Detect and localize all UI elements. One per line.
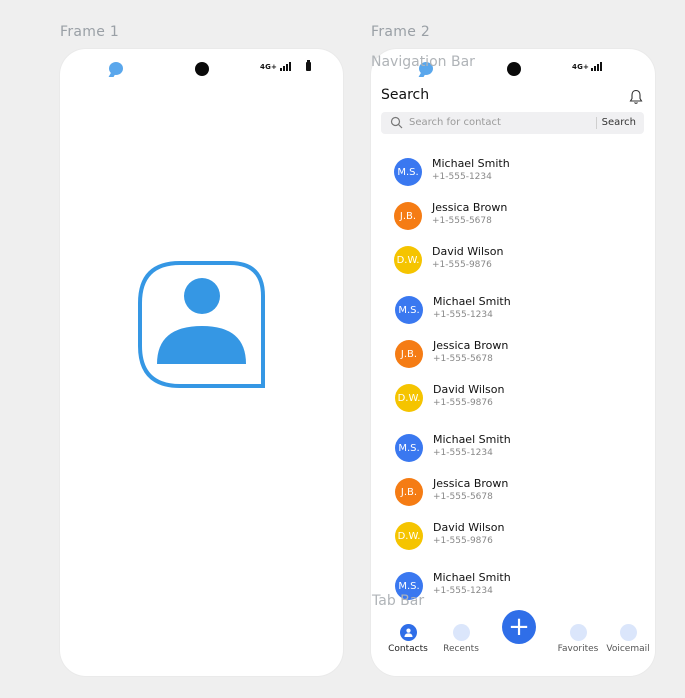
contact-phone: +1-555-1234 — [433, 310, 493, 320]
clock-icon — [452, 624, 470, 641]
search-bar[interactable]: Search for contact Search — [381, 112, 644, 134]
search-button[interactable]: Search — [602, 117, 636, 128]
contact-name: Michael Smith — [433, 433, 511, 446]
contact-avatar: M.S. — [394, 158, 422, 186]
search-input[interactable]: Search for contact — [409, 117, 501, 128]
front-camera — [507, 62, 521, 76]
contact-name: David Wilson — [433, 521, 505, 534]
star-icon — [569, 624, 587, 641]
contact-avatar: J.B. — [395, 340, 423, 368]
navigation-bar-label: Navigation Bar — [371, 54, 475, 70]
battery-icon — [306, 60, 311, 71]
tab-label: Voicemail — [606, 644, 650, 654]
signal-icon — [280, 62, 291, 71]
contact-avatar: D.W. — [394, 246, 422, 274]
network-type: 4G+ — [260, 63, 278, 71]
contact-phone: +1-555-9876 — [433, 398, 493, 408]
bell-icon[interactable] — [629, 89, 643, 105]
contact-phone: +1-555-1234 — [433, 448, 493, 458]
contact-phone: +1-555-5678 — [433, 492, 493, 502]
status-bar: 4G+ — [60, 49, 343, 87]
contact-avatar: D.W. — [395, 384, 423, 412]
tab-label: Contacts — [388, 644, 428, 654]
contact-name: Jessica Brown — [432, 201, 508, 214]
contact-name: Jessica Brown — [433, 339, 509, 352]
person-icon — [399, 624, 417, 641]
contact-name: Michael Smith — [432, 157, 510, 170]
contact-phone: +1-555-1234 — [433, 586, 493, 596]
contact-phone: +1-555-5678 — [432, 216, 492, 226]
contact-name: Michael Smith — [433, 295, 511, 308]
frame-2-label: Frame 2 — [371, 24, 431, 40]
search-icon — [390, 116, 403, 129]
chat-icon — [109, 62, 123, 75]
tab-recents[interactable]: Recents — [431, 624, 491, 654]
frame-1-label: Frame 1 — [60, 24, 120, 40]
tab-bar: Contacts Recents + Favorites Voicemail — [371, 606, 655, 676]
contact-name: Michael Smith — [433, 571, 511, 584]
contact-phone: +1-555-9876 — [433, 536, 493, 546]
contact-phone: +1-555-1234 — [432, 172, 492, 182]
network-type: 4G+ — [572, 63, 590, 71]
contact-phone: +1-555-5678 — [433, 354, 493, 364]
front-camera — [195, 62, 209, 76]
tab-label: Recents — [443, 644, 479, 654]
tab-voicemail[interactable]: Voicemail — [598, 624, 655, 654]
signal-icon — [591, 62, 602, 71]
contact-phone: +1-555-9876 — [432, 260, 492, 270]
page-title: Search — [381, 87, 430, 103]
contact-avatar: J.B. — [395, 478, 423, 506]
voicemail-icon — [619, 624, 637, 641]
tab-contacts[interactable]: Contacts — [378, 624, 438, 654]
add-contact-button[interactable]: + — [502, 610, 536, 644]
contact-avatar: J.B. — [394, 202, 422, 230]
search-divider — [596, 117, 597, 129]
contact-name: David Wilson — [433, 383, 505, 396]
contact-book-icon — [138, 261, 265, 388]
contact-name: Jessica Brown — [433, 477, 509, 490]
splash-screen: 4G+ — [60, 49, 343, 676]
contact-avatar: D.W. — [395, 522, 423, 550]
tab-bar-label: Tab Bar — [372, 593, 425, 609]
contact-name: David Wilson — [432, 245, 504, 258]
contact-avatar: M.S. — [395, 434, 423, 462]
contact-avatar: M.S. — [395, 296, 423, 324]
contacts-screen: 4G+ Search Search for contact Search M.S… — [371, 49, 655, 676]
